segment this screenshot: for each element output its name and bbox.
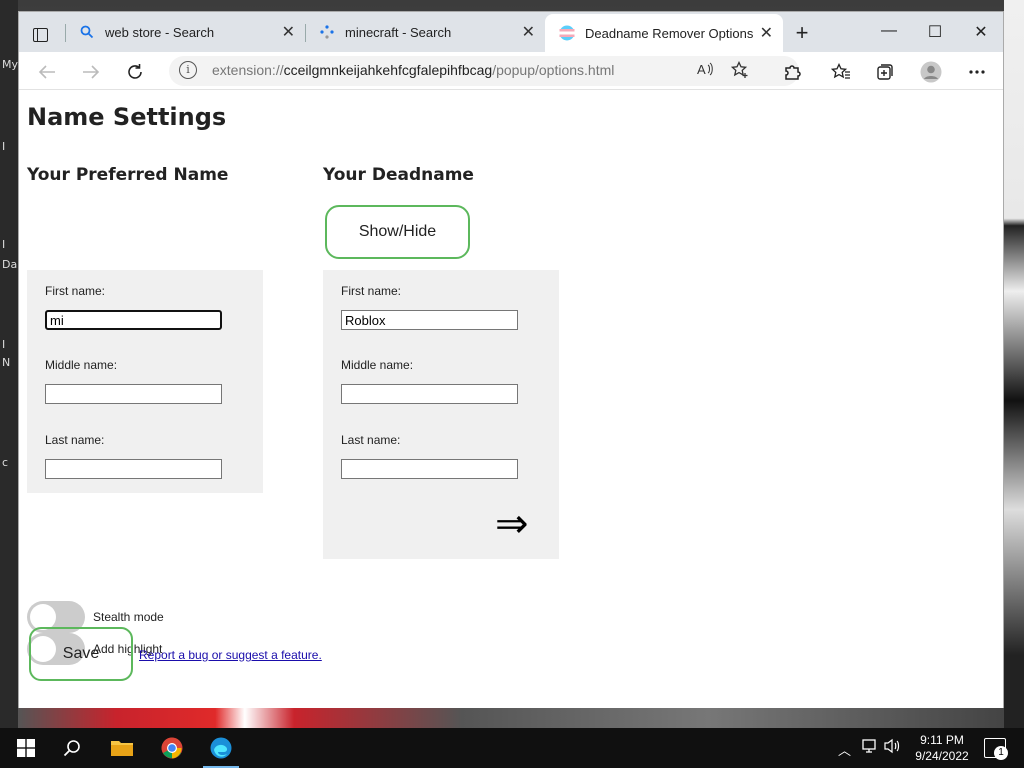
taskbar-search-icon[interactable] xyxy=(60,736,84,760)
preferred-middle-name-input[interactable] xyxy=(45,384,222,404)
more-options-button[interactable] xyxy=(965,60,989,84)
deadname-last-name-input[interactable] xyxy=(341,459,518,479)
tab-title: minecraft - Search xyxy=(345,24,452,40)
address-bar[interactable]: i extension://cceilgmnkeijahkehfcgfalepi… xyxy=(169,56,799,86)
preferred-last-name-input[interactable] xyxy=(45,459,222,479)
tab-title: Deadname Remover Options xyxy=(585,25,754,41)
preferred-name-panel: First name: Middle name: Last name: xyxy=(27,270,263,493)
options-page: Name Settings Your Preferred Name Your D… xyxy=(19,91,1003,708)
network-icon[interactable] xyxy=(862,738,880,757)
show-hide-button[interactable]: Show/Hide xyxy=(325,205,470,259)
refresh-icon xyxy=(128,64,142,79)
preferred-middle-name-label: Middle name: xyxy=(45,358,118,372)
favorites-star-icon xyxy=(831,63,850,79)
profile-button[interactable] xyxy=(919,60,943,84)
windows-taskbar: ︿ 9:11 PM 9/24/2022 1 xyxy=(0,728,1024,768)
deadname-middle-name-label: Middle name: xyxy=(341,358,414,372)
collections-icon xyxy=(877,64,893,80)
back-button[interactable] xyxy=(35,60,59,84)
tab-bar: web store - Search ✕ minecraft - Search … xyxy=(19,12,1003,52)
browser-toolbar: i extension://cceilgmnkeijahkehfcgfalepi… xyxy=(19,52,1003,90)
show-hidden-icons-icon[interactable]: ︿ xyxy=(838,740,851,759)
forward-button[interactable] xyxy=(79,60,103,84)
tab-minecraft[interactable]: minecraft - Search ✕ xyxy=(305,12,545,52)
clock-date: 9/24/2022 xyxy=(915,749,969,763)
desktop-label: I xyxy=(2,338,6,351)
save-button[interactable]: Save xyxy=(29,627,133,681)
collections-button[interactable] xyxy=(873,60,897,84)
page-title: Name Settings xyxy=(27,103,227,131)
clock-time: 9:11 PM xyxy=(920,733,964,747)
preferred-first-name-input[interactable] xyxy=(45,310,222,330)
ellipsis-icon xyxy=(969,70,985,74)
stealth-mode-label: Stealth mode xyxy=(93,610,164,624)
extensions-button[interactable] xyxy=(780,60,804,84)
volume-icon[interactable] xyxy=(884,738,902,757)
desktop-label: My xyxy=(2,58,19,71)
add-favorite-icon[interactable] xyxy=(730,60,749,82)
deadname-middle-name-input[interactable] xyxy=(341,384,518,404)
search-icon xyxy=(79,24,95,40)
loading-icon xyxy=(319,24,335,40)
forward-arrow-icon xyxy=(83,65,100,79)
desktop-label: c xyxy=(2,456,9,469)
tab-actions-icon xyxy=(32,28,48,42)
report-bug-link[interactable]: Report a bug or suggest a feature. xyxy=(139,648,322,662)
preferred-name-heading: Your Preferred Name xyxy=(27,165,229,185)
preferred-last-name-label: Last name: xyxy=(45,433,105,447)
new-tab-button[interactable]: + xyxy=(791,22,813,44)
puzzle-icon xyxy=(785,65,801,80)
tab-separator xyxy=(65,24,66,42)
maximize-button[interactable]: ☐ xyxy=(923,22,947,42)
url-text: extension://cceilgmnkeijahkehfcgfalepihf… xyxy=(212,62,615,78)
browser-window: web store - Search ✕ minecraft - Search … xyxy=(18,11,1004,708)
tab-close-icon[interactable]: ✕ xyxy=(282,22,295,42)
favorites-button[interactable] xyxy=(829,60,853,84)
preferred-first-name-label: First name: xyxy=(45,284,106,298)
right-double-arrow-icon[interactable]: ⇒ xyxy=(495,504,529,544)
extension-flag-icon xyxy=(559,25,575,41)
windows-start-icon[interactable] xyxy=(14,736,38,760)
site-info-icon[interactable]: i xyxy=(179,61,197,79)
tab-deadname-remover[interactable]: Deadname Remover Options ✕ xyxy=(545,14,783,52)
close-window-button[interactable]: ✕ xyxy=(969,22,993,42)
notification-count-badge: 1 xyxy=(994,746,1008,760)
deadname-first-name-input[interactable] xyxy=(341,310,518,330)
deadname-panel: First name: Middle name: Last name: ⇒ xyxy=(323,270,559,559)
deadname-last-name-label: Last name: xyxy=(341,433,401,447)
refresh-button[interactable] xyxy=(123,60,147,84)
tab-close-icon[interactable]: ✕ xyxy=(760,23,773,43)
svg-text:A: A xyxy=(697,62,706,77)
file-explorer-icon[interactable] xyxy=(110,736,134,760)
desktop-label: I xyxy=(2,140,6,153)
tab-web-store[interactable]: web store - Search ✕ xyxy=(65,12,305,52)
tab-actions-button[interactable] xyxy=(29,24,51,46)
desktop-label: N xyxy=(2,356,11,369)
desktop-bottom-edge xyxy=(18,708,1004,728)
tab-separator xyxy=(305,24,306,42)
taskbar-clock[interactable]: 9:11 PM 9/24/2022 xyxy=(904,732,980,764)
tab-close-icon[interactable]: ✕ xyxy=(522,22,535,42)
desktop-right-edge xyxy=(1004,0,1024,728)
desktop-label: Da xyxy=(2,258,18,271)
tab-title: web store - Search xyxy=(105,24,215,40)
minimize-button[interactable]: — xyxy=(877,22,901,40)
read-aloud-icon[interactable]: A xyxy=(697,61,713,80)
profile-avatar-icon xyxy=(920,61,942,83)
deadname-first-name-label: First name: xyxy=(341,284,402,298)
chrome-icon[interactable] xyxy=(160,736,184,760)
back-arrow-icon xyxy=(38,65,55,79)
deadname-heading: Your Deadname xyxy=(323,165,474,185)
desktop-left-edge: My I I Da I N c xyxy=(0,0,18,728)
desktop-label: I xyxy=(2,238,6,251)
edge-browser-icon[interactable] xyxy=(203,736,239,768)
